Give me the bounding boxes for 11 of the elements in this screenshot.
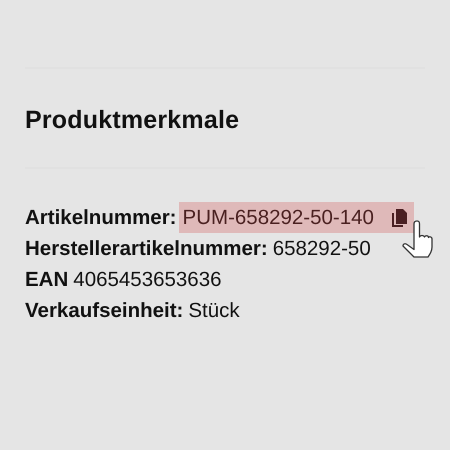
- property-label: EAN: [25, 267, 68, 293]
- property-label: Artikelnummer:: [25, 205, 177, 231]
- hand-cursor-icon: [400, 219, 434, 259]
- highlighted-value: PUM-658292-50-140: [178, 202, 414, 233]
- property-label: Verkaufseinheit:: [25, 298, 184, 324]
- property-value: 4065453653636: [73, 267, 222, 293]
- section-heading: Produktmerkmale: [25, 105, 240, 135]
- property-value: Stück: [188, 298, 240, 324]
- property-value: 658292-50: [272, 236, 371, 262]
- copy-icon[interactable]: [390, 208, 408, 228]
- property-label: Herstellerartikelnummer:: [25, 236, 268, 262]
